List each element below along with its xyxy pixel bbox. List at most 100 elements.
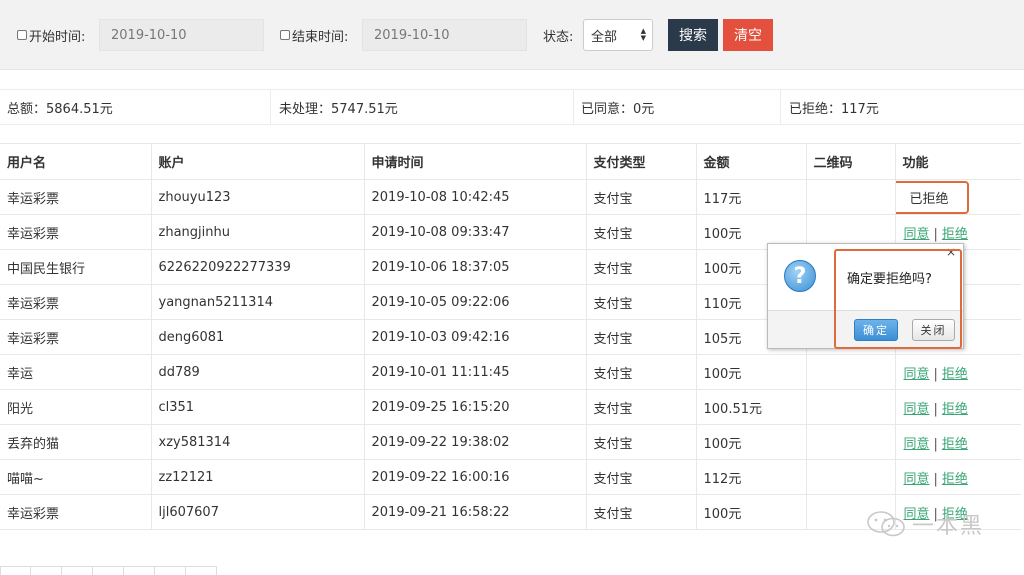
start-date-input[interactable]: 2019-10-10: [99, 19, 264, 51]
cell-function: 已拒绝: [895, 179, 1021, 215]
page-button[interactable]: [124, 566, 155, 575]
approve-link[interactable]: 同意: [904, 472, 930, 487]
cell-username: 幸运彩票: [0, 319, 152, 355]
cell-function: 同意 | 拒绝: [895, 459, 1021, 495]
cell-username: 幸运: [0, 354, 152, 390]
cell-amount: 100元: [696, 354, 807, 390]
question-icon: ?: [784, 260, 816, 292]
col-qrcode: 二维码: [806, 143, 896, 180]
wechat-icon: [867, 511, 905, 537]
cell-pay-type: 支付宝: [586, 249, 697, 285]
summary-bar: 总额：5864.51元 未处理：5747.51元 已同意：0元 已拒绝：117元: [0, 89, 1024, 125]
col-amount: 金额: [696, 143, 807, 180]
cell-amount: 112元: [696, 459, 807, 495]
approve-link[interactable]: 同意: [904, 227, 930, 242]
page-button[interactable]: [0, 566, 31, 575]
watermark: 一本黑: [866, 508, 984, 540]
cell-username: 幸运彩票: [0, 179, 152, 215]
reject-link[interactable]: 拒绝: [942, 437, 968, 452]
cell-pay-type: 支付宝: [586, 494, 697, 530]
page-button[interactable]: [93, 566, 124, 575]
cell-time: 2019-09-22 16:00:16: [364, 459, 587, 495]
start-time-label: 开始时间:: [29, 29, 86, 45]
summary-rejected: 已拒绝：117元: [789, 101, 879, 117]
action-separator: |: [933, 401, 938, 417]
end-time-filter: 结束时间:: [280, 20, 348, 50]
cell-amount: 117元: [696, 179, 807, 215]
summary-total: 总额：5864.51元: [7, 101, 113, 117]
col-pay-type: 支付类型: [586, 143, 697, 180]
cell-time: 2019-10-08 10:42:45: [364, 179, 587, 215]
cell-time: 2019-09-22 19:38:02: [364, 424, 587, 460]
end-time-label: 结束时间:: [292, 29, 349, 45]
summary-approved: 已同意：0元: [581, 101, 655, 117]
table-row: 阳光 cl351 2019-09-25 16:15:20 支付宝 100.51元…: [0, 389, 1021, 425]
cell-amount: 100元: [696, 494, 807, 530]
action-separator: |: [933, 366, 938, 382]
cell-function: 同意 | 拒绝: [895, 424, 1021, 460]
cell-account: zhangjinhu: [151, 214, 365, 250]
cell-account: deng6081: [151, 319, 365, 355]
end-date-input[interactable]: 2019-10-10: [362, 19, 527, 51]
reject-link[interactable]: 拒绝: [942, 472, 968, 487]
page-button[interactable]: [186, 566, 217, 575]
highlight-box: [834, 249, 962, 349]
cell-account: yangnan5211314: [151, 284, 365, 320]
cell-qrcode: [806, 354, 896, 390]
status-rejected-badge: 已拒绝: [895, 180, 969, 214]
cell-username: 喵喵~: [0, 459, 152, 495]
col-username: 用户名: [0, 143, 152, 180]
action-separator: |: [933, 226, 938, 242]
cell-username: 幸运彩票: [0, 494, 152, 530]
summary-pending: 未处理：5747.51元: [279, 101, 398, 117]
reject-link[interactable]: 拒绝: [942, 227, 968, 242]
cell-pay-type: 支付宝: [586, 459, 697, 495]
reject-link[interactable]: 拒绝: [942, 402, 968, 417]
summary-divider: [573, 90, 574, 124]
table-header-row: 用户名 账户 申请时间 支付类型 金额 二维码 功能: [0, 143, 1021, 180]
page-button[interactable]: [62, 566, 93, 575]
cell-account: zz12121: [151, 459, 365, 495]
cell-username: 幸运彩票: [0, 214, 152, 250]
start-time-filter: 开始时间:: [17, 20, 85, 50]
col-apply-time: 申请时间: [364, 143, 587, 180]
start-time-checkbox[interactable]: [17, 30, 27, 40]
search-button[interactable]: 搜索: [668, 19, 718, 51]
col-function: 功能: [895, 143, 1021, 180]
cell-pay-type: 支付宝: [586, 284, 697, 320]
approve-link[interactable]: 同意: [904, 402, 930, 417]
status-label: 状态:: [543, 29, 574, 45]
cell-time: 2019-10-05 09:22:06: [364, 284, 587, 320]
table-row: 丢弃的猫 xzy581314 2019-09-22 19:38:02 支付宝 1…: [0, 424, 1021, 460]
cell-username: 阳光: [0, 389, 152, 425]
col-account: 账户: [151, 143, 365, 180]
select-arrows-icon: ▲ ▼: [640, 27, 646, 42]
end-time-checkbox[interactable]: [280, 30, 290, 40]
cell-time: 2019-10-01 11:11:45: [364, 354, 587, 390]
table-row: 幸运 dd789 2019-10-01 11:11:45 支付宝 100元 同意…: [0, 354, 1021, 390]
cell-time: 2019-09-25 16:15:20: [364, 389, 587, 425]
reject-link[interactable]: 拒绝: [942, 367, 968, 382]
cell-account: xzy581314: [151, 424, 365, 460]
action-separator: |: [933, 436, 938, 452]
approve-link[interactable]: 同意: [904, 367, 930, 382]
filter-bar: 开始时间: 2019-10-10 结束时间: 2019-10-10 状态: 全部…: [0, 0, 1024, 70]
cell-pay-type: 支付宝: [586, 389, 697, 425]
clear-button[interactable]: 清空: [723, 19, 773, 51]
cell-time: 2019-10-06 18:37:05: [364, 249, 587, 285]
cell-account: cl351: [151, 389, 365, 425]
cell-qrcode: [806, 424, 896, 460]
table-row: 喵喵~ zz12121 2019-09-22 16:00:16 支付宝 112元…: [0, 459, 1021, 495]
cell-amount: 100.51元: [696, 389, 807, 425]
page-button[interactable]: [31, 566, 62, 575]
cell-pay-type: 支付宝: [586, 424, 697, 460]
cell-function: 同意 | 拒绝: [895, 354, 1021, 390]
cell-time: 2019-10-03 09:42:16: [364, 319, 587, 355]
approve-link[interactable]: 同意: [904, 437, 930, 452]
page-button[interactable]: [155, 566, 186, 575]
cell-qrcode: [806, 389, 896, 425]
watermark-text: 一本黑: [912, 514, 985, 539]
cell-time: 2019-10-08 09:33:47: [364, 214, 587, 250]
summary-divider: [270, 90, 271, 124]
status-select[interactable]: 全部 ▲ ▼: [583, 19, 653, 51]
